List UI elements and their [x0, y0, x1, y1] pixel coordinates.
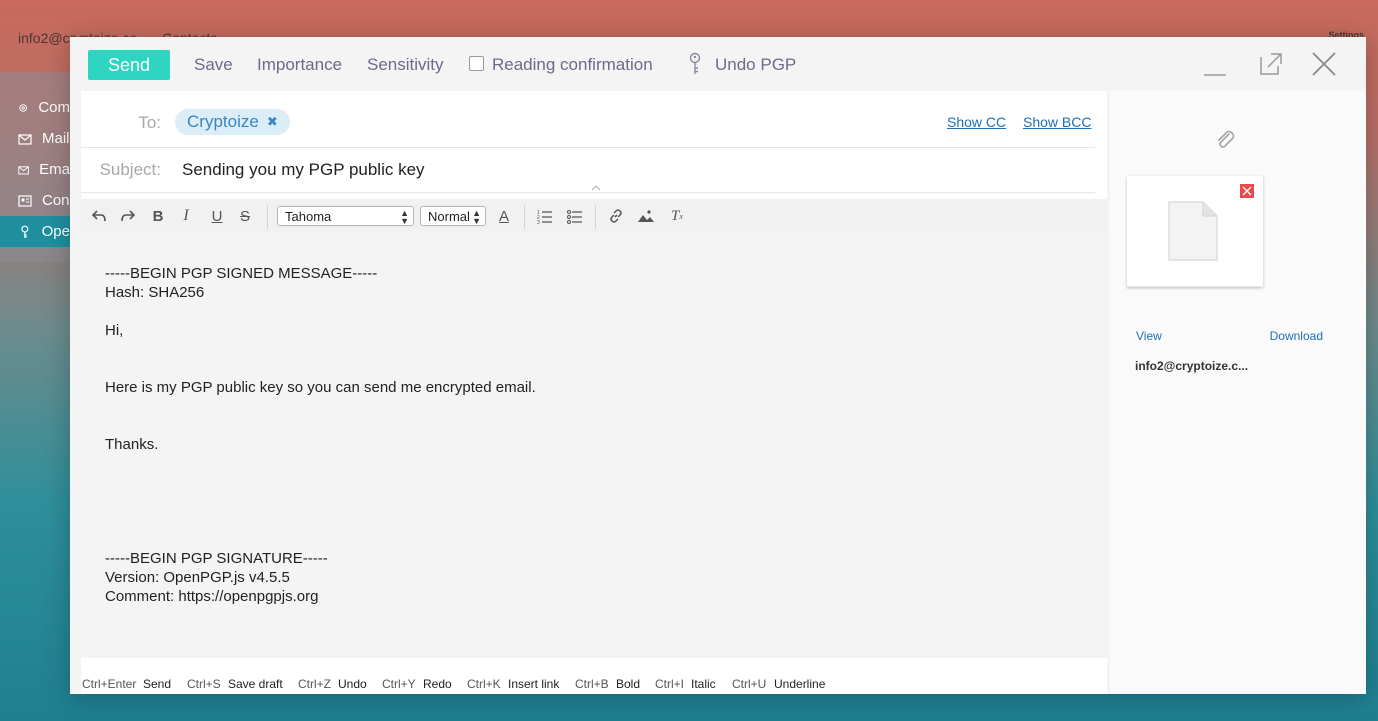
key-icon: [21, 225, 29, 238]
attachment-filename: info2@cryptoize.c...: [1135, 359, 1249, 373]
shortcut-key: Ctrl+K: [467, 677, 501, 691]
attachments-panel: View Download info2@cryptoize.c...: [1110, 91, 1366, 694]
body-line: Thanks.: [105, 436, 159, 453]
body-line: Version: OpenPGP.js v4.5.5: [105, 569, 290, 586]
body-line: -----BEGIN PGP SIGNATURE-----: [105, 550, 328, 567]
sidebar-item-label: Con: [42, 192, 70, 209]
body-line: Here is my PGP public key so you can sen…: [105, 379, 536, 396]
body-line: Hi,: [105, 322, 124, 339]
recipient-chip-label: Cryptoize: [187, 112, 259, 131]
sidebar-item-label: Mail: [42, 130, 70, 147]
close-icon[interactable]: [1311, 51, 1337, 77]
text-color-icon[interactable]: A: [494, 206, 514, 226]
reading-confirmation-checkbox[interactable]: [469, 56, 484, 71]
font-family-value: Tahoma: [285, 208, 332, 224]
body-line: Comment: https://openpgpjs.org: [105, 588, 319, 605]
importance-button[interactable]: Importance: [257, 55, 342, 75]
sidebar-item-mail[interactable]: Mail: [0, 123, 70, 154]
undo-icon[interactable]: [89, 206, 109, 226]
insert-image-icon[interactable]: [636, 206, 656, 226]
sidebar-item-contacts[interactable]: Con: [0, 185, 70, 216]
to-row: To: Cryptoize ✖ Show CC Show BCC: [81, 91, 1095, 148]
subject-row: Subject:: [81, 148, 1095, 193]
font-family-select[interactable]: Tahoma ▲ ▼: [277, 206, 414, 226]
gear-icon: [19, 103, 27, 112]
sidebar-item-email[interactable]: Ema: [0, 154, 70, 185]
envelope-icon: [18, 165, 29, 174]
compose-window: Send Save Importance Sensitivity Reading…: [70, 37, 1366, 694]
shortcut-action: Send: [143, 677, 172, 691]
sidebar-item-label: Ope: [41, 223, 70, 240]
keyboard-shortcuts-bar: Ctrl+Enter Send Ctrl+S Save draft Ctrl+Z…: [81, 659, 1107, 694]
sidebar-item-compose[interactable]: Com: [0, 92, 70, 123]
format-toolbar: B I U S Tahoma ▲ ▼ Normal ▲ ▼ A 123 T x: [81, 199, 1107, 233]
toolbar-divider: [524, 205, 525, 229]
font-size-value: Normal: [428, 208, 470, 224]
redo-icon[interactable]: [118, 206, 138, 226]
shortcut-action: Bold: [616, 677, 641, 691]
bullet-list-icon[interactable]: [565, 206, 585, 226]
svg-text:3: 3: [537, 220, 540, 224]
shortcut-action: Redo: [423, 677, 452, 691]
toolbar-divider: [595, 205, 596, 229]
bold-icon[interactable]: B: [148, 206, 168, 226]
to-label: To:: [138, 113, 161, 132]
popout-icon[interactable]: [1258, 51, 1284, 77]
shortcut-action: Save draft: [228, 677, 283, 691]
shortcut-key: Ctrl+Enter: [82, 677, 137, 691]
sensitivity-button[interactable]: Sensitivity: [367, 55, 444, 75]
show-bcc-link[interactable]: Show BCC: [1023, 114, 1091, 130]
shortcut-key: Ctrl+U: [732, 677, 767, 691]
italic-icon[interactable]: I: [176, 206, 196, 226]
ordered-list-icon[interactable]: 123: [535, 206, 555, 226]
clear-formatting-icon[interactable]: Tx: [667, 206, 687, 226]
envelope-icon: [18, 133, 32, 145]
sidebar-item-label: Ema: [39, 161, 70, 178]
strikethrough-icon[interactable]: S: [235, 206, 255, 226]
shortcut-key: Ctrl+S: [187, 677, 221, 691]
shortcut-key: Ctrl+Y: [382, 677, 416, 691]
toolbar-divider: [267, 205, 268, 229]
body-line: Hash: SHA256: [105, 284, 205, 301]
select-arrows-icon: ▲ ▼: [472, 208, 481, 226]
underline-icon[interactable]: U: [207, 206, 227, 226]
send-button[interactable]: Send: [88, 50, 170, 80]
file-icon: [1168, 201, 1218, 261]
editor-pane: To: Cryptoize ✖ Show CC Show BCC Subject…: [81, 91, 1107, 694]
shortcut-action: Insert link: [508, 677, 560, 691]
attachment-card: [1127, 176, 1263, 287]
insert-link-icon[interactable]: [606, 206, 626, 226]
shortcut-key: Ctrl+B: [575, 677, 609, 691]
compose-toolbar: Send Save Importance Sensitivity Reading…: [70, 37, 1366, 91]
remove-recipient-icon[interactable]: ✖: [267, 114, 278, 130]
show-cc-link[interactable]: Show CC: [947, 114, 1006, 130]
collapse-chevron-icon[interactable]: [591, 183, 601, 193]
undo-pgp-button[interactable]: Undo PGP: [715, 55, 796, 75]
body-line: -----BEGIN PGP SIGNED MESSAGE-----: [105, 265, 378, 282]
reading-confirmation-label[interactable]: Reading confirmation: [492, 55, 653, 75]
shortcut-key: Ctrl+Z: [298, 677, 331, 691]
select-arrows-icon: ▲ ▼: [400, 208, 409, 226]
subject-label: Subject:: [99, 160, 161, 179]
message-body[interactable]: -----BEGIN PGP SIGNED MESSAGE----- Hash:…: [81, 233, 1107, 658]
save-button[interactable]: Save: [194, 55, 233, 75]
card-divider: [1127, 286, 1263, 287]
subject-input[interactable]: [180, 156, 1064, 184]
recipient-chip[interactable]: Cryptoize ✖: [175, 109, 290, 135]
sidebar-item-label: Com: [38, 99, 70, 116]
shortcut-action: Italic: [691, 677, 716, 691]
contact-card-icon: [18, 194, 32, 207]
minimize-icon[interactable]: [1202, 51, 1228, 77]
sidebar-item-openpgp[interactable]: Ope: [0, 216, 70, 247]
shortcut-key: Ctrl+I: [655, 677, 685, 691]
paperclip-icon[interactable]: [1214, 129, 1236, 151]
shortcut-action: Undo: [338, 677, 367, 691]
background-sidebar: Com Mail Ema Con Ope: [0, 72, 70, 262]
shortcut-action: Underline: [774, 677, 826, 691]
delete-attachment-icon[interactable]: [1240, 184, 1254, 198]
font-size-select[interactable]: Normal ▲ ▼: [420, 206, 486, 226]
download-attachment-link[interactable]: Download: [1270, 329, 1323, 343]
view-attachment-link[interactable]: View: [1136, 329, 1162, 343]
key-icon: [689, 52, 701, 74]
